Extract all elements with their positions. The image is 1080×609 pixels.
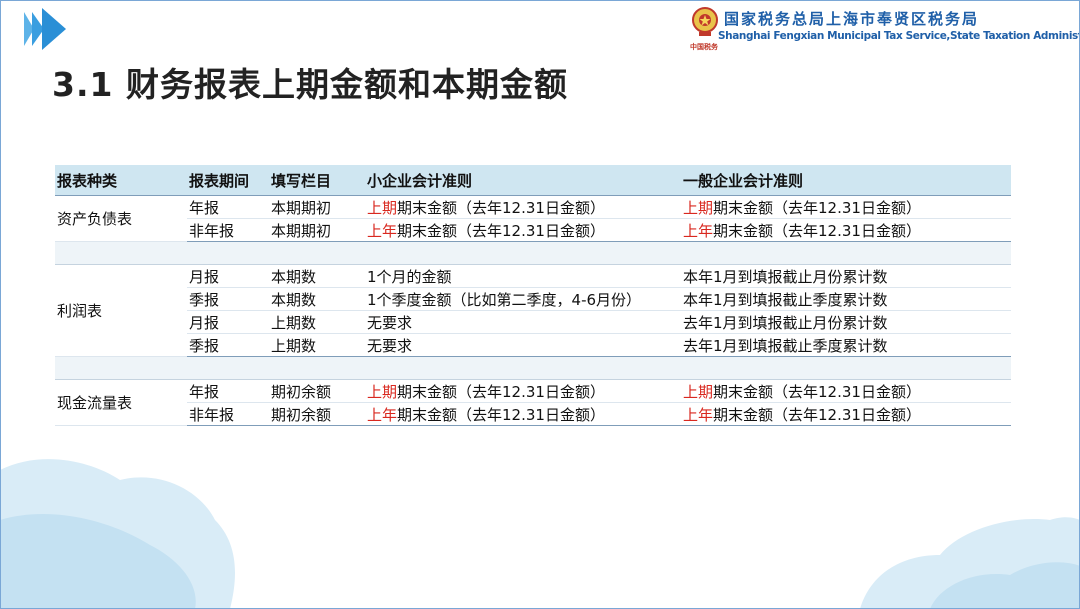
period-cell: 季报 — [187, 287, 269, 311]
highlight-text: 上期 — [367, 198, 398, 217]
general-standard-cell: 上期期末金额（去年12.31日金额） — [681, 195, 1011, 219]
field-cell: 本期期初 — [269, 218, 365, 242]
highlight-text: 上年 — [367, 405, 398, 424]
table-row: 季报 本期数 1个季度金额（比如第二季度，4-6月份） 本年1月到填报截止季度累… — [55, 287, 1011, 311]
cell-text: 期末金额（去年12.31日金额） — [713, 405, 921, 424]
tax-emblem-icon — [692, 7, 718, 36]
category-cell: 现金流量表 — [55, 379, 187, 426]
header-report-type: 报表种类 — [55, 165, 187, 196]
cell-text: 期末金额（去年12.31日金额） — [397, 221, 605, 240]
table-row: 非年报 期初余额 上年期末金额（去年12.31日金额） 上年期末金额（去年12.… — [55, 402, 1011, 426]
general-standard-cell: 本年1月到填报截止月份累计数 — [681, 264, 1011, 288]
org-name-cn: 国家税务总局上海市奉贤区税务局 — [724, 10, 980, 28]
general-standard-cell: 上年期末金额（去年12.31日金额） — [681, 402, 1011, 426]
general-standard-cell: 上年期末金额（去年12.31日金额） — [681, 218, 1011, 242]
small-standard-cell: 无要求 — [365, 333, 681, 357]
category-cell: 资产负债表 — [55, 195, 187, 242]
cell-text: 1个月的金额 — [367, 267, 452, 286]
report-table: 报表种类 报表期间 填写栏目 小企业会计准则 一般企业会计准则 资产负债表 年报… — [55, 165, 1011, 426]
table-row: 非年报 本期期初 上年期末金额（去年12.31日金额） 上年期末金额（去年12.… — [55, 218, 1011, 242]
small-standard-cell: 上年期末金额（去年12.31日金额） — [365, 218, 681, 242]
org-name-en: Shanghai Fengxian Municipal Tax Service,… — [718, 30, 1080, 42]
cell-text: 期末金额（去年12.31日金额） — [397, 382, 605, 401]
header-small-enterprise-standard: 小企业会计准则 — [365, 165, 681, 196]
cell-text: 去年1月到填报截止季度累计数 — [683, 336, 888, 355]
cell-text: 期末金额（去年12.31日金额） — [713, 198, 921, 217]
cell-text: 本年1月到填报截止季度累计数 — [683, 290, 888, 309]
period-cell: 年报 — [187, 195, 269, 219]
period-cell: 年报 — [187, 379, 269, 403]
general-standard-cell: 上期期末金额（去年12.31日金额） — [681, 379, 1011, 403]
highlight-text: 上年 — [683, 405, 714, 424]
cell-text: 无要求 — [367, 336, 413, 355]
cell-text: 1个季度金额（比如第二季度，4-6月份） — [367, 290, 642, 309]
highlight-text: 上年 — [367, 221, 398, 240]
play-arrows-icon — [24, 8, 66, 50]
cell-text: 无要求 — [367, 313, 413, 332]
highlight-text: 上期 — [367, 382, 398, 401]
general-standard-cell: 本年1月到填报截止季度累计数 — [681, 287, 1011, 311]
spacer-row — [55, 356, 1011, 380]
cell-text: 去年1月到填报截止月份累计数 — [683, 313, 888, 332]
highlight-text: 上年 — [683, 221, 714, 240]
field-cell: 上期数 — [269, 333, 365, 357]
cell-text: 期末金额（去年12.31日金额） — [397, 405, 605, 424]
header-fill-field: 填写栏目 — [269, 165, 365, 196]
table-row: 季报 上期数 无要求 去年1月到填报截止季度累计数 — [55, 333, 1011, 357]
field-cell: 期初余额 — [269, 402, 365, 426]
general-standard-cell: 去年1月到填报截止季度累计数 — [681, 333, 1011, 357]
field-cell: 本期期初 — [269, 195, 365, 219]
category-cell: 利润表 — [55, 264, 187, 357]
table-row: 月报 上期数 无要求 去年1月到填报截止月份累计数 — [55, 310, 1011, 334]
small-standard-cell: 上期期末金额（去年12.31日金额） — [365, 379, 681, 403]
period-cell: 非年报 — [187, 218, 269, 242]
table-row: 资产负债表 年报 本期期初 上期期末金额（去年12.31日金额） 上期期末金额（… — [55, 195, 1011, 242]
period-cell: 季报 — [187, 333, 269, 357]
page-title: 3.1 财务报表上期金额和本期金额 — [52, 65, 568, 104]
header-general-enterprise-standard: 一般企业会计准则 — [681, 165, 1011, 196]
table-row: 利润表 月报 本期数 1个月的金额 本年1月到填报截止月份累计数 — [55, 264, 1011, 357]
table-row: 现金流量表 年报 期初余额 上期期末金额（去年12.31日金额） 上期期末金额（… — [55, 379, 1011, 426]
highlight-text: 上期 — [683, 382, 714, 401]
field-cell: 上期数 — [269, 310, 365, 334]
org-logo: 国家税务总局上海市奉贤区税务局 Shanghai Fengxian Munici… — [690, 6, 1080, 51]
highlight-text: 上期 — [683, 198, 714, 217]
small-standard-cell: 1个月的金额 — [365, 264, 681, 288]
spacer-row — [55, 241, 1011, 265]
field-cell: 本期数 — [269, 264, 365, 288]
small-standard-cell: 上期期末金额（去年12.31日金额） — [365, 195, 681, 219]
cell-text: 期末金额（去年12.31日金额） — [713, 382, 921, 401]
field-cell: 本期数 — [269, 287, 365, 311]
small-standard-cell: 上年期末金额（去年12.31日金额） — [365, 402, 681, 426]
cell-text: 期末金额（去年12.31日金额） — [397, 198, 605, 217]
period-cell: 月报 — [187, 310, 269, 334]
general-standard-cell: 去年1月到填报截止月份累计数 — [681, 310, 1011, 334]
small-standard-cell: 1个季度金额（比如第二季度，4-6月份） — [365, 287, 681, 311]
org-seal-text: 中国税务 — [690, 43, 718, 51]
cell-text: 本年1月到填报截止月份累计数 — [683, 267, 888, 286]
table-header-row: 报表种类 报表期间 填写栏目 小企业会计准则 一般企业会计准则 — [55, 165, 1011, 196]
field-cell: 期初余额 — [269, 379, 365, 403]
header-report-period: 报表期间 — [187, 165, 269, 196]
cell-text: 期末金额（去年12.31日金额） — [713, 221, 921, 240]
period-cell: 月报 — [187, 264, 269, 288]
small-standard-cell: 无要求 — [365, 310, 681, 334]
period-cell: 非年报 — [187, 402, 269, 426]
